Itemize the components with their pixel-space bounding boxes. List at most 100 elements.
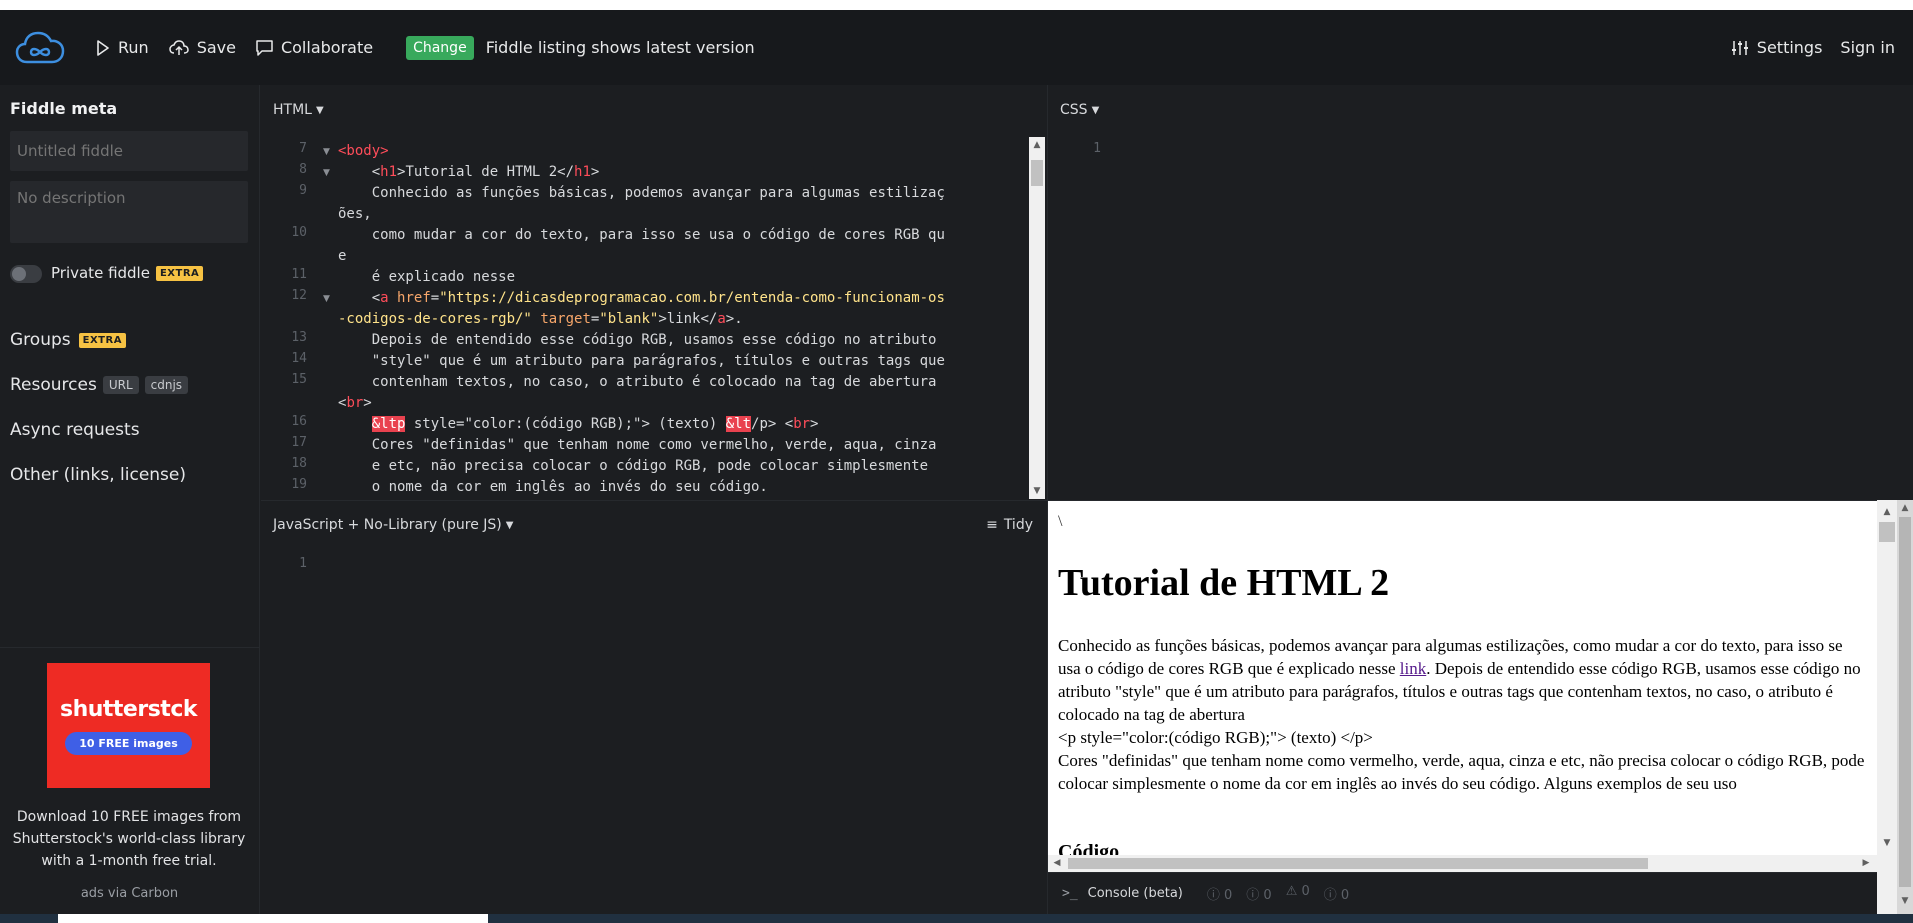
sidebar-item-resources[interactable]: Resources URL cdnjs	[10, 375, 189, 395]
result-link[interactable]: link	[1400, 659, 1426, 678]
line-number: 13	[291, 330, 307, 345]
console-counts: ⓘ 0 ⓘ 0 ⚠ 0 ⓘ 0	[1207, 884, 1349, 903]
top-header: Run Save Collaborate Change Fiddle listi…	[0, 10, 1913, 85]
change-button[interactable]: Change	[406, 35, 474, 60]
settings-label: Settings	[1756, 38, 1823, 57]
shutterstock-logo: shutterstck	[59, 696, 198, 722]
html-editor-scrollbar[interactable]: ▲ ▼	[1029, 137, 1045, 499]
sidebar-item-other[interactable]: Other (links, license)	[10, 465, 186, 485]
sidebar: Fiddle meta Private fiddle EXTRA Groups …	[0, 85, 260, 923]
line-number: 12	[291, 288, 307, 303]
scroll-up-arrow-icon[interactable]: ▲	[1029, 137, 1045, 153]
log-count: 0	[1224, 888, 1233, 903]
fiddle-description-input[interactable]	[10, 181, 248, 243]
resources-label: Resources	[10, 375, 97, 395]
console-count-info: ⓘ 0	[1246, 888, 1272, 903]
collaborate-label: Collaborate	[280, 38, 374, 57]
scroll-down-arrow-icon[interactable]: ▼	[1029, 483, 1045, 499]
html-code-area[interactable]: <body> <h1>Tutorial de HTML 2</h1> Conhe…	[338, 141, 1038, 498]
url-chip[interactable]: URL	[102, 376, 139, 394]
line-number: 1	[299, 556, 307, 571]
sliders-icon	[1731, 40, 1748, 55]
line-number: 17	[291, 435, 307, 450]
console-label: Console (beta)	[1087, 886, 1183, 901]
line-number: 19	[291, 477, 307, 492]
run-button[interactable]: Run	[96, 28, 149, 68]
sidebar-item-groups[interactable]: Groups EXTRA	[10, 330, 126, 350]
top-strip	[0, 0, 1913, 10]
result-vertical-scrollbar[interactable]: ▲ ▼ ▲ ▼	[1877, 500, 1913, 923]
console-count-log: ⓘ 0	[1206, 888, 1233, 903]
css-code-area[interactable]	[1108, 135, 1898, 485]
line-number: 16	[291, 414, 307, 429]
js-editor-panel: JavaScript + No-Library (pure JS) ▼ ≡ Tid…	[261, 500, 1048, 923]
cdnjs-chip[interactable]: cdnjs	[144, 376, 189, 394]
console-count-error: ⓘ 0	[1323, 888, 1350, 903]
run-label: Run	[118, 38, 149, 57]
fold-arrow-icon[interactable]: ▼	[323, 168, 330, 178]
sidebar-item-async-requests[interactable]: Async requests	[10, 420, 140, 440]
html-label-text: HTML	[273, 102, 312, 118]
ad-text[interactable]: Download 10 FREE images from Shutterstoc…	[10, 806, 248, 872]
console-count-warn: ⚠ 0	[1285, 884, 1310, 899]
fold-arrow-icon[interactable]: ▼	[323, 147, 330, 157]
settings-button[interactable]: Settings	[1731, 28, 1823, 68]
jsfiddle-logo-icon[interactable]	[11, 23, 69, 73]
shutterstock-ad-image[interactable]: shutterstck 10 FREE images	[47, 663, 210, 788]
os-taskbar	[0, 914, 1913, 923]
line-number: 18	[291, 456, 307, 471]
js-code-area[interactable]	[321, 551, 1031, 911]
private-fiddle-toggle[interactable]	[10, 265, 42, 283]
scroll-up-arrow-icon[interactable]: ▲	[1897, 500, 1913, 516]
html-editor-panel: HTML ▼ 7 8 9 10 11 12 13 14 15 16 17 18 1…	[261, 85, 1048, 500]
scrollbar-thumb[interactable]	[1031, 160, 1043, 186]
outer-scrollbar-track[interactable]: ▲ ▼	[1897, 500, 1913, 923]
css-panel-label[interactable]: CSS ▼	[1060, 102, 1099, 118]
cloud-upload-icon	[168, 39, 189, 55]
line-number: 7	[299, 141, 307, 156]
private-fiddle-text: Private fiddle	[51, 264, 150, 282]
collaborate-button[interactable]: Collaborate	[256, 28, 373, 68]
scroll-up-arrow-icon[interactable]: ▲	[1877, 504, 1897, 520]
dropdown-caret-icon: ▼	[505, 519, 514, 531]
save-button[interactable]: Save	[168, 28, 236, 68]
console-bar[interactable]: >_ Console (beta) ⓘ 0 ⓘ 0 ⚠ 0 ⓘ 0	[1048, 872, 1877, 914]
line-number: 11	[291, 267, 307, 282]
scroll-left-arrow-icon[interactable]: ◀	[1050, 855, 1064, 871]
sign-in-button[interactable]: Sign in	[1840, 28, 1895, 68]
dropdown-caret-icon: ▼	[1091, 104, 1100, 116]
scroll-down-arrow-icon[interactable]: ▼	[1897, 893, 1913, 909]
tidy-lines-icon: ≡	[986, 517, 998, 533]
css-label-text: CSS	[1060, 102, 1088, 118]
result-horizontal-scrollbar[interactable]: ◀ ▶	[1048, 855, 1877, 872]
terminal-prompt-icon: >_	[1062, 886, 1078, 901]
info-count: 0	[1263, 888, 1272, 903]
fold-arrow-icon[interactable]: ▼	[323, 294, 330, 304]
ads-via-carbon[interactable]: ads via Carbon	[0, 886, 259, 901]
line-number: 8	[299, 162, 307, 177]
groups-label: Groups	[10, 330, 71, 350]
para2-text: Cores "definidas" que tenham nome como v…	[1058, 751, 1865, 793]
line-number: 1	[1093, 141, 1101, 156]
result-heading: Tutorial de HTML 2	[1058, 562, 1390, 604]
carbon-ad: shutterstck 10 FREE images Download 10 F…	[0, 647, 259, 923]
tidy-button[interactable]: ≡ Tidy	[986, 517, 1033, 533]
result-frame[interactable]: \ Tutorial de HTML 2 Conhecido as funçõe…	[1048, 500, 1877, 872]
scroll-right-arrow-icon[interactable]: ▶	[1859, 855, 1873, 871]
line-number: 9	[299, 183, 307, 198]
html-panel-label[interactable]: HTML ▼	[273, 102, 324, 118]
line-number: 14	[291, 351, 307, 366]
save-label: Save	[196, 38, 236, 57]
scroll-down-arrow-icon[interactable]: ▼	[1877, 835, 1897, 851]
private-fiddle-label: Private fiddle EXTRA	[51, 264, 204, 282]
js-panel-label[interactable]: JavaScript + No-Library (pure JS) ▼	[273, 517, 513, 533]
scrollbar-thumb[interactable]	[1879, 522, 1895, 542]
scrollbar-thumb[interactable]	[1068, 858, 1648, 869]
css-editor-panel: CSS ▼ 1	[1048, 85, 1913, 500]
fiddle-title-input[interactable]	[10, 131, 248, 171]
line-number: 15	[291, 372, 307, 387]
js-label-text: JavaScript + No-Library (pure JS)	[273, 517, 502, 533]
taskbar-search-box[interactable]	[58, 914, 488, 923]
scrollbar-thumb[interactable]	[1899, 517, 1911, 887]
result-backslash: \	[1058, 513, 1063, 530]
